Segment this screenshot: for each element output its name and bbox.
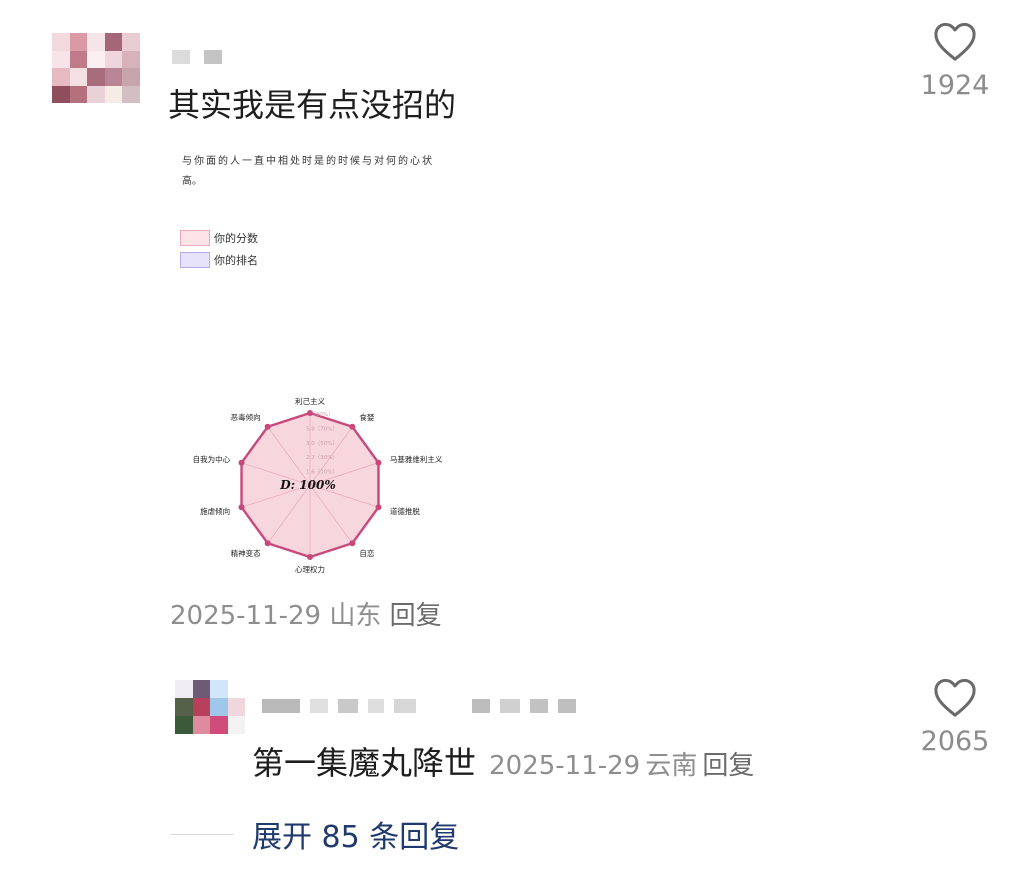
radar-point [375,504,382,511]
radar-point [349,423,356,430]
reply-row: 第一集魔丸降世 2025-11-29 云南 回复 [252,738,754,784]
legend-label: 你的分数 [214,232,258,245]
radar-axis-label: 施虐倾向 [200,506,230,516]
image-caption-line1: 与你面的人一直中相处时是的时候与对何的心状 [182,156,434,167]
legend-swatch-rank [180,252,210,268]
comment-location: 山东 [329,601,382,631]
like-count: 1924 [920,70,990,101]
comment-date: 2025-11-29 [170,601,322,631]
radar-point [307,554,313,560]
like-count: 2065 [920,726,990,757]
radar-ring-label: 5.8（70%） [306,425,338,432]
like-button[interactable]: 1924 [910,20,1000,101]
radar-axis-label: 自我为中心 [193,454,231,464]
radar-point [349,540,356,547]
comment-meta: 2025-11-29 山东 回复 [170,595,442,632]
radar-chart: 1.6（10%） 2.2（30%） 3.0（50%） 5.8（70%） （90%） D: … [193,396,443,574]
like-button[interactable]: 2065 [910,676,1000,757]
legend-label: 你的排名 [214,254,258,267]
username-blurred[interactable] [172,50,222,64]
radar-ring-label: （90%） [310,411,333,418]
attached-image[interactable]: 与你面的人一直中相处时是的时候与对何的心状 高。 你的分数 你的排名 1.6（1… [170,140,490,585]
radar-point [238,504,245,511]
comment-location: 云南 [645,751,698,781]
radar-center-label: D: 100% [279,478,335,492]
legend-item: 你的排名 [180,252,258,268]
radar-point [238,459,245,466]
comment-text: 其实我是有点没招的 [168,86,457,124]
radar-point [375,459,382,466]
comment-text: 第一集魔丸降世 [252,744,477,782]
radar-ring-label: 1.6（10%） [306,469,338,476]
radar-ring-label: 2.2（30%） [306,454,338,461]
heart-outline-icon[interactable] [932,20,978,62]
legend-item: 你的分数 [180,230,258,246]
comment-date: 2025-11-29 [489,751,641,781]
heart-outline-icon[interactable] [932,676,978,718]
radar-axis-label: 道德推脱 [390,506,420,516]
avatar[interactable] [52,33,140,103]
radar-axis-label: 心理权力 [295,564,325,574]
radar-axis-label: 食婪 [359,412,374,422]
radar-axis-label: 精神变态 [231,548,261,558]
radar-axis-label: 恶毒倾向 [231,412,261,422]
reply-button[interactable]: 回复 [702,751,754,781]
chart-legend: 你的分数 你的排名 [180,230,258,274]
radar-ring-label: 3.0（50%） [306,440,338,447]
avatar[interactable] [175,680,245,734]
username-blurred[interactable] [262,699,576,713]
radar-point [264,540,271,547]
radar-axis-label: 马基雅维利主义 [390,454,443,464]
expand-replies-button[interactable]: 展开 85 条回复 [170,812,459,856]
image-caption-line2: 高。 [182,176,202,187]
radar-point [264,423,271,430]
expand-replies-label[interactable]: 展开 85 条回复 [252,812,459,856]
legend-swatch-score [180,230,210,246]
divider-line [170,833,234,835]
reply-button[interactable]: 回复 [390,601,442,631]
radar-axis-label: 自恋 [359,548,374,558]
radar-axis-label: 利己主义 [295,396,325,406]
